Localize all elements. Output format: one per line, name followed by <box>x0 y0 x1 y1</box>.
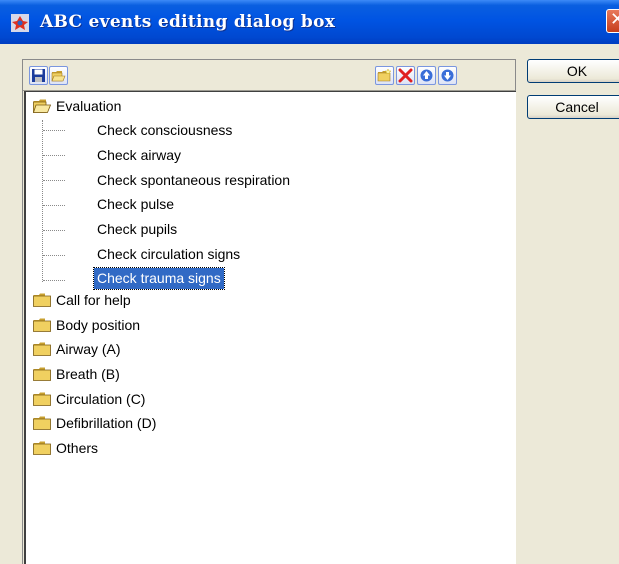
tree-leaf[interactable]: Check circulation signs <box>97 243 240 266</box>
save-button[interactable] <box>29 66 48 85</box>
open-folder-icon <box>51 71 66 82</box>
new-folder-icon <box>377 68 392 82</box>
folder-icon <box>33 293 51 307</box>
tree-connector <box>43 130 65 131</box>
tree-connector <box>42 120 43 282</box>
close-icon: ✕ <box>610 9 619 30</box>
delete-button[interactable] <box>396 66 415 85</box>
tree-node-label: Breath (B) <box>56 366 120 382</box>
folder-icon <box>33 318 51 332</box>
tree-leaf[interactable]: Check spontaneous respiration <box>97 169 290 192</box>
tree-node-label: Airway (A) <box>56 341 121 357</box>
events-panel: Evaluation Check consciousness Check air… <box>22 59 516 564</box>
move-up-button[interactable] <box>417 66 436 85</box>
tree-node-label: Body position <box>56 317 141 333</box>
tree-connector <box>43 280 65 281</box>
tree-toolbar <box>23 60 515 91</box>
open-button[interactable] <box>49 66 68 85</box>
events-tree[interactable]: Evaluation Check consciousness Check air… <box>24 91 516 564</box>
folder-icon <box>33 367 51 381</box>
tree-leaf[interactable]: Check consciousness <box>97 119 232 142</box>
folder-icon <box>33 416 51 430</box>
save-icon <box>32 69 45 82</box>
delete-icon <box>398 68 413 83</box>
app-icon <box>11 14 29 32</box>
tree-node-label: Defibrillation (D) <box>56 415 157 431</box>
tree-connector <box>43 255 65 256</box>
tree-leaf[interactable]: Check pupils <box>97 218 177 241</box>
move-down-button[interactable] <box>438 66 457 85</box>
tree-node-label: Circulation (C) <box>56 391 146 407</box>
tree-connector <box>43 205 65 206</box>
folder-icon <box>33 392 51 406</box>
move-up-icon <box>420 69 433 82</box>
tree-node-label: Others <box>56 440 99 456</box>
ok-button[interactable]: OK <box>527 59 619 83</box>
tree-connector <box>43 155 65 156</box>
close-button[interactable]: ✕ <box>606 9 619 33</box>
tree-leaf-selected[interactable]: Check trauma signs <box>93 267 225 290</box>
dialog-window: ABC events editing dialog box ✕ Evaluati… <box>0 0 619 564</box>
window-title: ABC events editing dialog box <box>40 12 336 32</box>
tree-connector <box>43 230 65 231</box>
tree-connector <box>43 180 65 181</box>
folder-icon <box>33 441 51 455</box>
title-bar[interactable]: ABC events editing dialog box ✕ <box>0 0 619 44</box>
cancel-button[interactable]: Cancel <box>527 95 619 119</box>
tree-node-label: Call for help <box>56 292 131 308</box>
tree-node-label: Evaluation <box>56 98 122 114</box>
new-folder-button[interactable] <box>375 66 394 85</box>
move-down-icon <box>441 69 454 82</box>
open-folder-icon <box>33 99 51 113</box>
tree-leaf[interactable]: Check airway <box>97 144 181 167</box>
tree-leaf[interactable]: Check pulse <box>97 193 174 216</box>
folder-icon <box>33 342 51 356</box>
